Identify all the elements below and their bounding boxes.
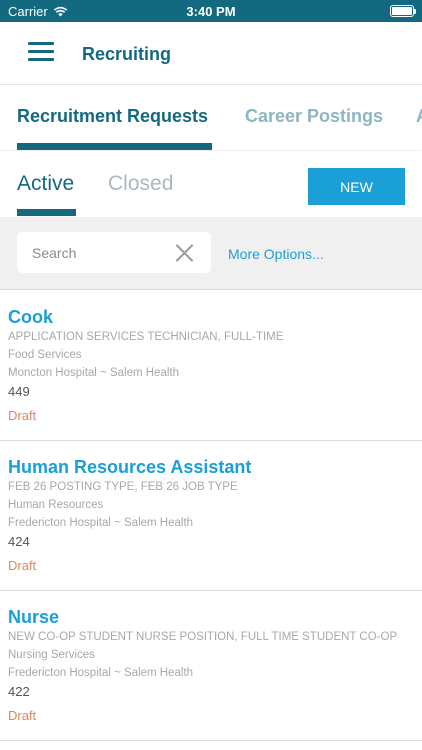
- request-number: 422: [8, 684, 30, 699]
- tab-active[interactable]: Active: [17, 172, 74, 196]
- request-department: Food Services: [8, 349, 82, 361]
- status-badge: Draft: [8, 708, 37, 723]
- request-list: Cook APPLICATION SERVICES TECHNICIAN, FU…: [0, 291, 422, 741]
- status-filter-tabs: Active Closed NEW: [0, 151, 422, 217]
- tab-closed[interactable]: Closed: [108, 172, 173, 196]
- request-location: Fredericton Hospital ~ Salem Health: [8, 667, 194, 679]
- new-request-button[interactable]: NEW: [308, 168, 405, 205]
- app-header: Recruiting: [0, 22, 422, 85]
- search-bar: More Options...: [0, 217, 422, 290]
- request-title: Nurse: [8, 607, 60, 627]
- request-position: APPLICATION SERVICES TECHNICIAN, FULL-TI…: [8, 331, 284, 343]
- request-title: Human Resources Assistant: [8, 457, 252, 477]
- status-time: 3:40 PM: [186, 4, 236, 19]
- request-department: Nursing Services: [8, 649, 95, 661]
- more-options-link[interactable]: More Options...: [228, 246, 324, 262]
- clear-search-icon[interactable]: [174, 243, 194, 263]
- request-position: FEB 26 POSTING TYPE, FEB 26 JOB TYPE: [8, 481, 238, 493]
- battery-icon: [390, 5, 416, 17]
- active-tab-indicator: [17, 143, 212, 150]
- search-box: [17, 232, 211, 273]
- top-tab-bar: Recruitment Requests Career Postings A: [0, 86, 422, 150]
- active-subtab-indicator: [17, 209, 76, 216]
- hamburger-menu-icon[interactable]: [28, 42, 54, 62]
- list-item[interactable]: Cook APPLICATION SERVICES TECHNICIAN, FU…: [0, 291, 422, 441]
- request-location: Moncton Hospital ~ Salem Health: [8, 367, 179, 379]
- page-title: Recruiting: [82, 44, 172, 64]
- request-title: Cook: [8, 307, 53, 327]
- list-item[interactable]: Human Resources Assistant FEB 26 POSTING…: [0, 441, 422, 591]
- search-input[interactable]: [17, 232, 167, 273]
- request-number: 449: [8, 384, 30, 399]
- request-position: NEW CO-OP STUDENT NURSE POSITION, FULL T…: [8, 631, 398, 643]
- request-department: Human Resources: [8, 499, 104, 511]
- status-badge: Draft: [8, 558, 37, 573]
- status-bar: Carrier 3:40 PM: [0, 0, 422, 22]
- tab-partial[interactable]: A: [416, 106, 422, 127]
- request-number: 424: [8, 534, 30, 549]
- list-item[interactable]: Nurse NEW CO-OP STUDENT NURSE POSITION, …: [0, 591, 422, 741]
- request-location: Fredericton Hospital ~ Salem Health: [8, 517, 194, 529]
- tab-career-postings[interactable]: Career Postings: [245, 106, 383, 127]
- tab-recruitment-requests[interactable]: Recruitment Requests: [17, 106, 208, 127]
- status-badge: Draft: [8, 408, 37, 423]
